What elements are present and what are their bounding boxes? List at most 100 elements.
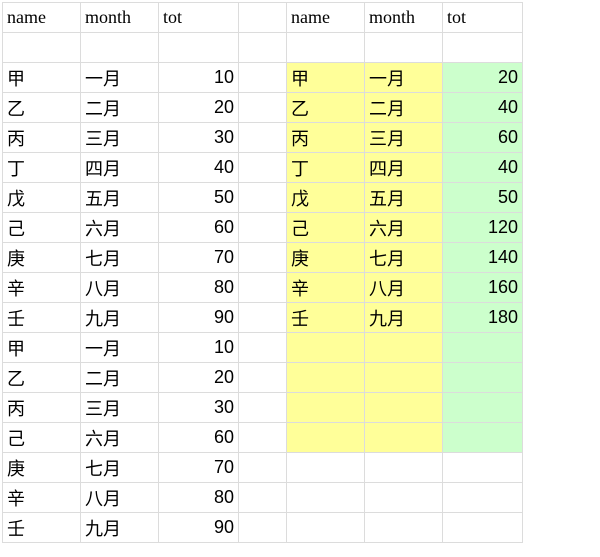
right-month-cell[interactable]: 七月 — [365, 243, 443, 273]
right-month-cell[interactable]: 八月 — [365, 273, 443, 303]
left-name-cell[interactable]: 甲 — [3, 333, 81, 363]
right-name-cell[interactable]: 乙 — [287, 93, 365, 123]
right-month-cell[interactable] — [365, 363, 443, 393]
left-month-cell[interactable]: 一月 — [81, 63, 159, 93]
right-name-cell[interactable] — [287, 333, 365, 363]
left-name-cell[interactable]: 乙 — [3, 93, 81, 123]
left-tot-cell[interactable]: 20 — [159, 93, 239, 123]
right-tot-cell[interactable] — [443, 363, 523, 393]
right-month-cell[interactable]: 三月 — [365, 123, 443, 153]
right-tot-cell[interactable]: 40 — [443, 153, 523, 183]
left-tot-cell[interactable]: 80 — [159, 483, 239, 513]
left-month-cell[interactable]: 二月 — [81, 363, 159, 393]
right-name-cell[interactable]: 己 — [287, 213, 365, 243]
right-tot-cell[interactable]: 40 — [443, 93, 523, 123]
right-month-cell[interactable]: 五月 — [365, 183, 443, 213]
left-name-cell[interactable]: 庚 — [3, 453, 81, 483]
left-month-cell[interactable]: 一月 — [81, 333, 159, 363]
right-month-cell[interactable]: 九月 — [365, 303, 443, 333]
empty-cell — [365, 453, 443, 483]
right-tot-cell[interactable]: 140 — [443, 243, 523, 273]
left-month-cell[interactable]: 八月 — [81, 273, 159, 303]
left-name-cell[interactable]: 辛 — [3, 273, 81, 303]
right-month-cell[interactable]: 六月 — [365, 213, 443, 243]
left-tot-cell[interactable]: 10 — [159, 333, 239, 363]
left-tot-cell[interactable]: 20 — [159, 363, 239, 393]
left-tot-cell[interactable]: 90 — [159, 303, 239, 333]
right-tot-cell[interactable]: 120 — [443, 213, 523, 243]
right-tot-cell[interactable]: 60 — [443, 123, 523, 153]
left-header-tot: tot — [159, 3, 239, 33]
left-name-cell[interactable]: 乙 — [3, 363, 81, 393]
right-tot-cell[interactable] — [443, 393, 523, 423]
table-row: 丙三月30丙三月60 — [3, 123, 523, 153]
left-tot-cell[interactable]: 10 — [159, 63, 239, 93]
empty-cell — [365, 33, 443, 63]
gap-cell — [239, 303, 287, 333]
left-tot-cell[interactable]: 40 — [159, 153, 239, 183]
right-month-cell[interactable] — [365, 333, 443, 363]
left-month-cell[interactable]: 八月 — [81, 483, 159, 513]
left-name-cell[interactable]: 甲 — [3, 63, 81, 93]
gap-cell — [239, 273, 287, 303]
right-tot-cell[interactable]: 50 — [443, 183, 523, 213]
left-tot-cell[interactable]: 50 — [159, 183, 239, 213]
left-name-cell[interactable]: 丙 — [3, 393, 81, 423]
gap-cell — [239, 213, 287, 243]
left-month-cell[interactable]: 三月 — [81, 393, 159, 423]
right-name-cell[interactable]: 戊 — [287, 183, 365, 213]
left-name-cell[interactable]: 壬 — [3, 303, 81, 333]
right-tot-cell[interactable]: 180 — [443, 303, 523, 333]
left-tot-cell[interactable]: 90 — [159, 513, 239, 543]
left-name-cell[interactable]: 壬 — [3, 513, 81, 543]
left-name-cell[interactable]: 己 — [3, 213, 81, 243]
table-row: 丙三月30 — [3, 393, 523, 423]
right-name-cell[interactable] — [287, 423, 365, 453]
left-month-cell[interactable]: 三月 — [81, 123, 159, 153]
right-month-cell[interactable] — [365, 393, 443, 423]
left-month-cell[interactable]: 七月 — [81, 243, 159, 273]
right-name-cell[interactable]: 甲 — [287, 63, 365, 93]
right-tot-cell[interactable] — [443, 423, 523, 453]
left-tot-cell[interactable]: 30 — [159, 123, 239, 153]
left-header-name: name — [3, 3, 81, 33]
left-month-cell[interactable]: 六月 — [81, 213, 159, 243]
right-month-cell[interactable]: 一月 — [365, 63, 443, 93]
right-name-cell[interactable]: 庚 — [287, 243, 365, 273]
left-tot-cell[interactable]: 60 — [159, 423, 239, 453]
left-name-cell[interactable]: 庚 — [3, 243, 81, 273]
gap-cell — [239, 453, 287, 483]
left-name-cell[interactable]: 辛 — [3, 483, 81, 513]
right-tot-cell[interactable]: 160 — [443, 273, 523, 303]
left-month-cell[interactable]: 四月 — [81, 153, 159, 183]
right-name-cell[interactable]: 丁 — [287, 153, 365, 183]
right-name-cell[interactable]: 辛 — [287, 273, 365, 303]
left-name-cell[interactable]: 丁 — [3, 153, 81, 183]
left-month-cell[interactable]: 六月 — [81, 423, 159, 453]
right-month-cell[interactable]: 二月 — [365, 93, 443, 123]
left-month-cell[interactable]: 二月 — [81, 93, 159, 123]
left-tot-cell[interactable]: 70 — [159, 453, 239, 483]
right-tot-cell[interactable]: 20 — [443, 63, 523, 93]
left-month-cell[interactable]: 五月 — [81, 183, 159, 213]
right-month-cell[interactable]: 四月 — [365, 153, 443, 183]
right-tot-cell[interactable] — [443, 333, 523, 363]
left-month-cell[interactable]: 九月 — [81, 513, 159, 543]
left-tot-cell[interactable]: 80 — [159, 273, 239, 303]
left-name-cell[interactable]: 己 — [3, 423, 81, 453]
right-month-cell[interactable] — [365, 423, 443, 453]
right-name-cell[interactable] — [287, 393, 365, 423]
left-month-cell[interactable]: 九月 — [81, 303, 159, 333]
right-name-cell[interactable]: 壬 — [287, 303, 365, 333]
left-name-cell[interactable]: 丙 — [3, 123, 81, 153]
gap-cell — [239, 123, 287, 153]
left-tot-cell[interactable]: 70 — [159, 243, 239, 273]
left-tot-cell[interactable]: 60 — [159, 213, 239, 243]
right-name-cell[interactable]: 丙 — [287, 123, 365, 153]
gap-cell — [239, 243, 287, 273]
left-name-cell[interactable]: 戊 — [3, 183, 81, 213]
left-month-cell[interactable]: 七月 — [81, 453, 159, 483]
table-row: 甲一月10甲一月20 — [3, 63, 523, 93]
right-name-cell[interactable] — [287, 363, 365, 393]
left-tot-cell[interactable]: 30 — [159, 393, 239, 423]
